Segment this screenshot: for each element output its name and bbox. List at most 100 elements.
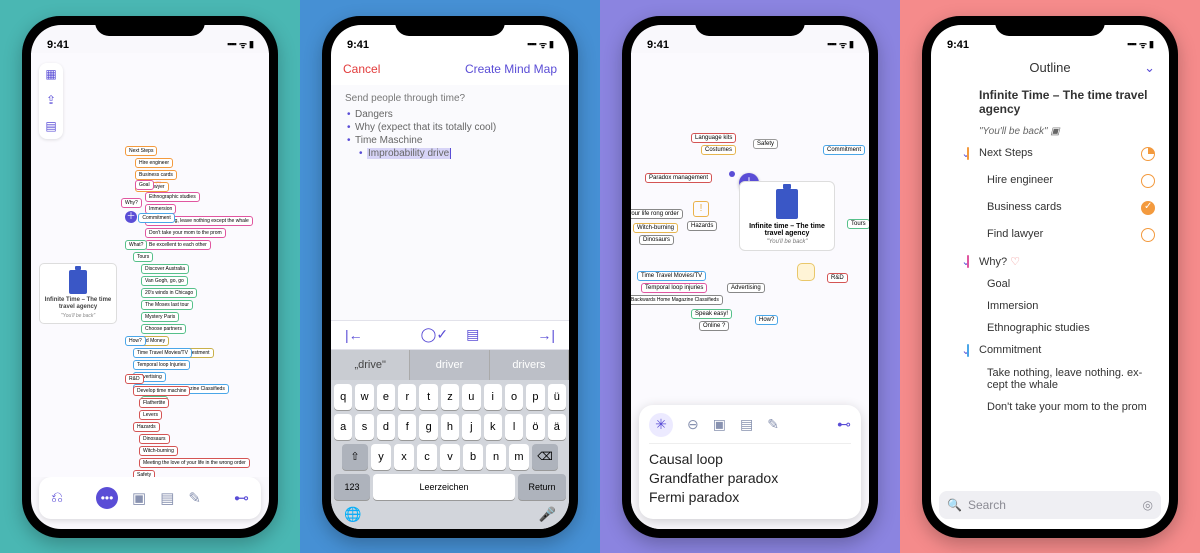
section-why[interactable]: Why? ♡ [979, 255, 1157, 268]
bullet-active[interactable]: Improbability drive [367, 147, 555, 160]
key-p[interactable]: p [526, 384, 544, 410]
node-hazards[interactable]: Hazards [687, 221, 717, 231]
quick-entry-text[interactable]: Causal loop Grandfather paradox Fermi pa… [649, 450, 851, 507]
branch-rnd[interactable]: R&D [125, 374, 144, 384]
leaf[interactable]: Time Travel Movies/TV [133, 348, 192, 358]
key-z[interactable]: z [441, 384, 459, 410]
node-safety[interactable]: Safety [753, 139, 778, 149]
node-lang[interactable]: Language kits [691, 133, 736, 143]
mic-icon[interactable]: 🎤 [539, 506, 556, 523]
node-rnd[interactable]: R&D [827, 273, 848, 283]
section-next-steps[interactable]: Next Steps [979, 147, 1135, 159]
outline-list[interactable]: Infinite Time – The time travel agency "… [931, 83, 1169, 485]
branch-how[interactable]: How? [125, 336, 146, 346]
style-icon[interactable]: ✎ [767, 416, 779, 433]
outline-item[interactable]: Don't take your mom to the prom [979, 401, 1157, 413]
node-love[interactable]: love of your life rong order [631, 209, 683, 219]
outline-item[interactable]: Hire engineer [979, 174, 1135, 186]
node-speak[interactable]: Speak easy! [691, 309, 732, 319]
key-⌫[interactable]: ⌫ [532, 444, 558, 470]
node-adv[interactable]: Advertising [727, 283, 765, 293]
quick-target-icon[interactable]: ✳ [649, 413, 673, 437]
text-editor[interactable]: Send people through time? Dangers Why (e… [331, 85, 569, 320]
branch-why[interactable]: Why? [121, 198, 142, 208]
link-icon[interactable]: ⊷ [234, 489, 249, 507]
node-online[interactable]: Online ? [699, 321, 729, 331]
progress-empty-icon[interactable] [1141, 174, 1155, 188]
key-a[interactable]: a [334, 414, 352, 440]
key-i[interactable]: i [484, 384, 502, 410]
leaf[interactable]: Dinosaurs [139, 434, 170, 444]
add-branch-icon[interactable]: ＋ [125, 211, 137, 223]
key-x[interactable]: x [394, 444, 414, 470]
node-tool-icon[interactable]: ⎌ [51, 489, 63, 506]
leaf[interactable]: Hire engineer [135, 158, 173, 168]
node-how[interactable]: How? [755, 315, 778, 325]
key-n[interactable]: n [486, 444, 506, 470]
key-v[interactable]: v [440, 444, 460, 470]
key-space[interactable]: Leerzeichen [373, 474, 515, 500]
key-b[interactable]: b [463, 444, 483, 470]
search-bar[interactable]: 🔍 Search ◎ [939, 491, 1161, 519]
key-m[interactable]: m [509, 444, 529, 470]
quick-delete-icon[interactable]: ⊖ [687, 416, 699, 433]
cancel-button[interactable]: Cancel [343, 62, 380, 76]
key-k[interactable]: k [484, 414, 502, 440]
progress-half-icon[interactable] [1141, 147, 1155, 161]
key-f[interactable]: f [398, 414, 416, 440]
mindmap-canvas[interactable]: Language kits Costumes Safety Commitment… [631, 53, 869, 529]
node-bhm[interactable]: Backwards Home Magazine Classifieds [631, 295, 723, 305]
sub-safety[interactable]: Safety [133, 470, 155, 477]
branch-what[interactable]: What? [125, 240, 147, 250]
key-ü[interactable]: ü [548, 384, 566, 410]
key-q[interactable]: q [334, 384, 352, 410]
sub-haz[interactable]: Hazards [133, 422, 160, 432]
sub-dev[interactable]: Develop time machine [133, 386, 190, 396]
key-d[interactable]: d [377, 414, 395, 440]
image-icon[interactable]: ▣ [132, 489, 146, 507]
image-icon[interactable]: ▣ [713, 416, 726, 433]
key-u[interactable]: u [462, 384, 480, 410]
key-w[interactable]: w [355, 384, 373, 410]
progress-check-icon[interactable]: ✓ [1141, 201, 1155, 215]
branch-commit[interactable]: Commitment [138, 213, 174, 223]
note-bubble-icon[interactable] [797, 263, 815, 281]
outline-item[interactable]: Ethnographic studies [979, 322, 1157, 334]
note-icon[interactable]: ▤ [466, 326, 479, 343]
link-icon[interactable]: ⊷ [837, 416, 851, 433]
key-return[interactable]: Return [518, 474, 566, 500]
branch-goal[interactable]: Goal [135, 180, 154, 190]
sub-tours[interactable]: Tours [133, 252, 153, 262]
outline-icon[interactable]: ▤ [43, 119, 59, 135]
style-icon[interactable]: ✎ [188, 489, 201, 507]
leaf[interactable]: Temporal loop Injuries [133, 360, 190, 370]
node-dino[interactable]: Dinosaurs [639, 235, 674, 245]
leaf[interactable]: Flathertite [139, 398, 169, 408]
leaf[interactable]: Mystery Paris [141, 312, 179, 322]
note-icon[interactable]: ▤ [740, 416, 753, 433]
node-tours[interactable]: Tours [847, 219, 869, 229]
leaf[interactable]: Ethnographic studies [145, 192, 200, 202]
key-c[interactable]: c [417, 444, 437, 470]
key-ö[interactable]: ö [526, 414, 544, 440]
mindmap-canvas[interactable]: ▦ ⇪ ▤ Infinite Time – The time travel ag… [31, 53, 269, 477]
node-paradox[interactable]: Paradox management [645, 173, 712, 183]
leaf[interactable]: Van Gogh, go, go [141, 276, 188, 286]
key-g[interactable]: g [419, 414, 437, 440]
outline-item[interactable]: Business cards [979, 201, 1135, 213]
grid-icon[interactable]: ▦ [43, 67, 59, 83]
node-witch[interactable]: Witch-burning [633, 223, 678, 233]
outline-item[interactable]: Goal [979, 278, 1157, 290]
key-t[interactable]: t [419, 384, 437, 410]
bullet[interactable]: Why (expect that its totally cool) [355, 121, 555, 134]
root-node[interactable]: Infinite Time – The time travel agency "… [39, 263, 117, 324]
add-node-button[interactable]: ••• [96, 487, 118, 509]
key-h[interactable]: h [441, 414, 459, 440]
key-ä[interactable]: ä [548, 414, 566, 440]
expand-toggle[interactable]: ⌄ [959, 344, 973, 357]
note-icon[interactable]: ▤ [160, 489, 174, 507]
node-cost[interactable]: Costumes [701, 145, 736, 155]
leaf[interactable]: The Moses last tour [141, 300, 193, 310]
leaf[interactable]: Witch-burning [139, 446, 178, 456]
node-commit[interactable]: Commitment [823, 145, 865, 155]
